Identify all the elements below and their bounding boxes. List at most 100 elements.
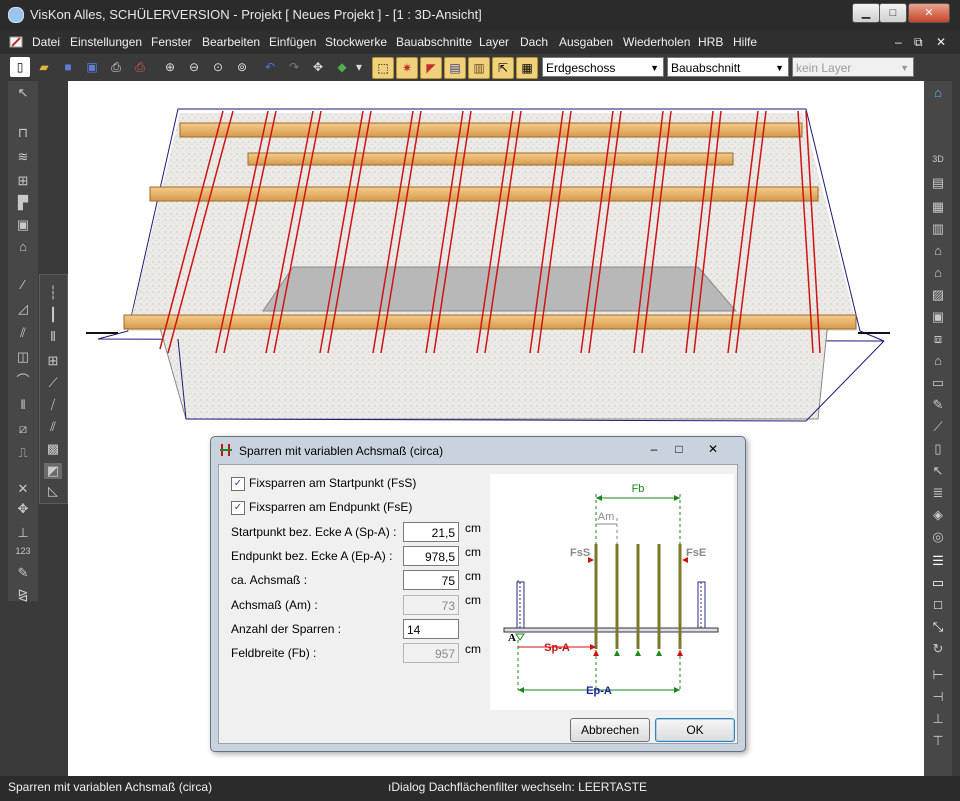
print-pdf-icon[interactable]: ⎙: [130, 57, 150, 77]
menu-einfuegen[interactable]: Einfügen: [269, 35, 316, 49]
roof-icon[interactable]: ◤: [420, 57, 442, 79]
grid-icon[interactable]: ‖: [14, 397, 32, 413]
home-icon[interactable]: ⌂: [929, 85, 947, 101]
document-icon[interactable]: [8, 34, 26, 50]
cube-dropdown-icon[interactable]: ▾: [354, 57, 364, 77]
rotate-icon[interactable]: ↻: [929, 641, 947, 657]
rafter-slope-icon[interactable]: ⟋: [44, 375, 62, 391]
fix-start-checkbox[interactable]: ✓: [231, 477, 245, 491]
new-icon[interactable]: ▯: [10, 57, 30, 77]
minimize-button[interactable]: ▁: [852, 3, 880, 23]
edit-icon[interactable]: ✎: [14, 565, 32, 581]
pointer-icon[interactable]: ⇱: [492, 57, 514, 79]
cancel-button[interactable]: Abbrechen: [570, 718, 650, 742]
plan-icon[interactable]: ▦: [929, 199, 947, 215]
stack-icon[interactable]: ≣: [929, 485, 947, 501]
elevation-icon[interactable]: ▤: [929, 175, 947, 191]
frame-icon[interactable]: ▣: [929, 309, 947, 325]
hatch-icon[interactable]: ▥: [468, 57, 490, 79]
mirror-icon[interactable]: ⧎: [14, 587, 32, 603]
move-icon[interactable]: ✥: [14, 501, 32, 517]
layer-select[interactable]: kein Layer ▼: [792, 57, 914, 77]
rafter-dashed-icon[interactable]: ┆: [44, 285, 62, 301]
measure-icon[interactable]: ⊢: [929, 667, 947, 683]
column-icon[interactable]: ▣: [14, 217, 32, 233]
menu-fenster[interactable]: Fenster: [151, 35, 192, 49]
hatch-view-icon[interactable]: ▨: [929, 287, 947, 303]
end-point-input[interactable]: 978,5: [403, 546, 459, 566]
app-icon[interactable]: [8, 7, 24, 23]
view-3d-icon[interactable]: 3D: [929, 151, 947, 167]
mdi-close-button[interactable]: ✕: [936, 35, 946, 49]
cube-view-icon[interactable]: ◈: [929, 507, 947, 523]
close-button[interactable]: ✕: [908, 3, 950, 23]
dialog-maximize-button[interactable]: □: [668, 441, 690, 457]
section-view-icon[interactable]: ▥: [929, 221, 947, 237]
start-point-input[interactable]: 21,5: [403, 522, 459, 542]
scale-icon[interactable]: ⊥: [14, 525, 32, 541]
note-icon[interactable]: ▯: [929, 441, 947, 457]
globe-icon[interactable]: ◎: [929, 529, 947, 545]
stair-icon[interactable]: ≋: [14, 149, 32, 165]
box-icon[interactable]: ◫: [14, 349, 32, 365]
dialog-close-button[interactable]: ✕: [693, 441, 733, 457]
menu-einstellungen[interactable]: Einstellungen: [70, 35, 142, 49]
save-as-icon[interactable]: ▣: [82, 57, 102, 77]
roof-outline-icon[interactable]: ⌂: [929, 353, 947, 369]
zoom-window-icon[interactable]: ⊚: [232, 57, 252, 77]
dimension-icon[interactable]: ⊣: [929, 689, 947, 705]
height-icon[interactable]: ⊤: [929, 733, 947, 749]
resize-icon[interactable]: ⤡: [929, 619, 947, 635]
fix-end-checkbox[interactable]: ✓: [231, 501, 245, 515]
approx-spacing-input[interactable]: 75: [403, 570, 459, 590]
room-icon[interactable]: ▛: [14, 195, 32, 211]
number-icon[interactable]: 123: [14, 543, 32, 559]
level-icon[interactable]: ⊥: [929, 711, 947, 727]
house-icon[interactable]: ⌂: [14, 239, 32, 255]
rafter-icon[interactable]: ┃: [44, 307, 62, 323]
pan-icon[interactable]: ✥: [308, 57, 328, 77]
knife-icon[interactable]: ⟋: [929, 419, 947, 435]
layer-icon[interactable]: ▤: [444, 57, 466, 79]
redo-icon[interactable]: ↷: [284, 57, 304, 77]
square-icon[interactable]: □: [929, 597, 947, 613]
menu-wiederholen[interactable]: Wiederholen: [623, 35, 690, 49]
menu-bauabschnitte[interactable]: Bauabschnitte: [396, 35, 472, 49]
list-icon[interactable]: ☰: [929, 553, 947, 569]
dialog-minimize-button[interactable]: –: [643, 441, 665, 457]
roof-view-icon[interactable]: ⌂: [929, 265, 947, 281]
beam-icon[interactable]: ⧄: [14, 421, 32, 437]
floor-select[interactable]: Erdgeschoss ▼: [542, 57, 664, 77]
save-icon[interactable]: ■: [58, 57, 78, 77]
menu-layer[interactable]: Layer: [479, 35, 509, 49]
pen-icon[interactable]: ✎: [929, 397, 947, 413]
rect-icon[interactable]: ▭: [929, 375, 947, 391]
section-icon[interactable]: ⎍: [14, 445, 32, 461]
ramp-icon[interactable]: ◿: [14, 301, 32, 317]
zoom-out-icon[interactable]: ⊖: [184, 57, 204, 77]
select-region-icon[interactable]: ⬚: [372, 57, 394, 79]
wall-icon[interactable]: ▦: [516, 57, 538, 79]
menu-stockwerke[interactable]: Stockwerke: [325, 35, 387, 49]
rafter-set-icon[interactable]: ⫴: [44, 329, 62, 345]
hatch-tool-icon[interactable]: ⫽: [14, 325, 32, 341]
dialog-title-bar[interactable]: Sparren mit variablen Achsmaß (circa) – …: [211, 437, 745, 463]
snap-icon[interactable]: ✷: [396, 57, 418, 79]
section-select[interactable]: Bauabschnitt ▼: [667, 57, 789, 77]
mdi-restore-button[interactable]: ⧉: [914, 35, 923, 50]
wall-tool-icon[interactable]: ⊓: [14, 125, 32, 141]
menu-hilfe[interactable]: Hilfe: [733, 35, 757, 49]
ok-button[interactable]: OK: [655, 718, 735, 742]
menu-hrb[interactable]: HRB: [698, 35, 723, 49]
rafter-pattern-icon[interactable]: ▩: [44, 441, 62, 457]
delete-icon[interactable]: ✕: [14, 481, 32, 497]
cursor-icon[interactable]: ↖: [929, 463, 947, 479]
print-icon[interactable]: ⎙: [106, 57, 126, 77]
zoom-in-icon[interactable]: ⊕: [160, 57, 180, 77]
rafter-count-input[interactable]: 14: [403, 619, 459, 639]
rafter-edge-icon[interactable]: ◺: [44, 483, 62, 499]
wireframe-icon[interactable]: ⧈: [929, 331, 947, 347]
undo-icon[interactable]: ↶: [260, 57, 280, 77]
arrow-pointer-icon[interactable]: ↖: [14, 85, 32, 101]
rafter-variable-icon[interactable]: ◩: [44, 463, 62, 479]
